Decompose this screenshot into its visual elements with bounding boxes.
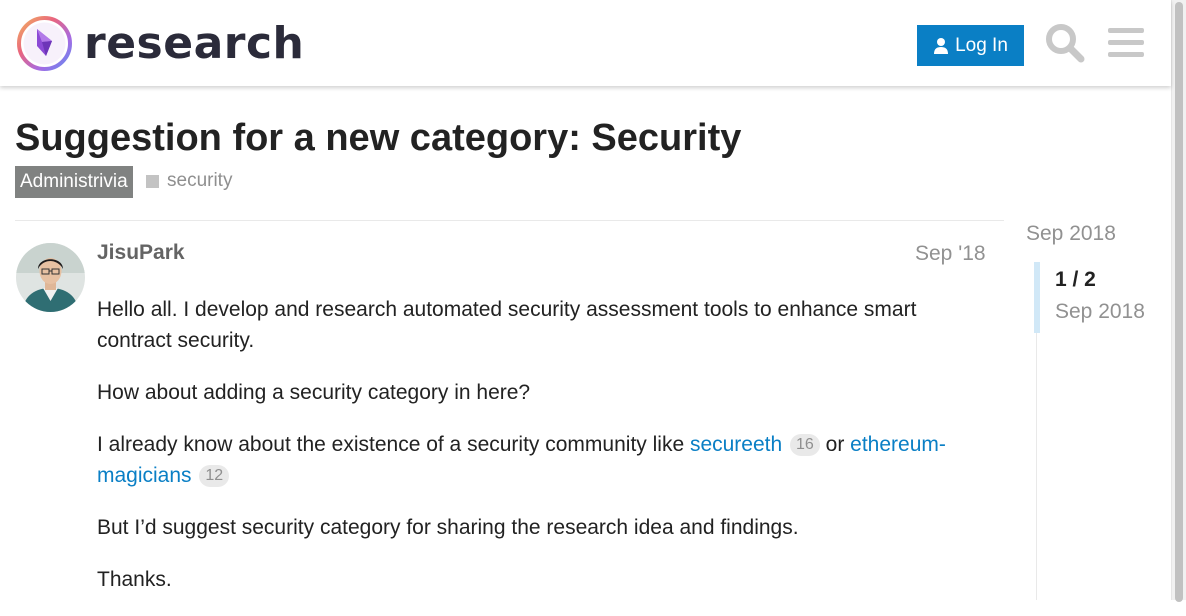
search-button[interactable] bbox=[1044, 21, 1086, 65]
ethereum-research-logo-icon bbox=[17, 16, 72, 71]
hamburger-menu-button[interactable] bbox=[1107, 25, 1145, 61]
timeline-current-date: Sep 2018 bbox=[1055, 300, 1145, 323]
search-icon bbox=[1046, 24, 1085, 63]
link-secureeth[interactable]: secureeth bbox=[690, 433, 782, 456]
tag-label: security bbox=[167, 170, 233, 191]
post-text: I already know about the existence of a … bbox=[97, 433, 690, 456]
timeline-start-date[interactable]: Sep 2018 bbox=[1026, 222, 1116, 246]
post-paragraph: Hello all. I develop and research automa… bbox=[97, 298, 917, 352]
link-click-count: 16 bbox=[790, 434, 820, 456]
site-header: research Log In bbox=[0, 0, 1171, 86]
link-click-count: 12 bbox=[199, 465, 230, 487]
timeline-position: 1 / 2 bbox=[1055, 268, 1096, 291]
hamburger-menu-icon bbox=[1108, 28, 1144, 57]
user-avatar-photo bbox=[16, 243, 85, 312]
site-name: research bbox=[84, 17, 305, 69]
tag-square-icon bbox=[146, 174, 159, 188]
timeline-scroll-handle[interactable] bbox=[1034, 262, 1040, 333]
avatar[interactable] bbox=[16, 243, 85, 312]
login-button[interactable]: Log In bbox=[917, 25, 1024, 66]
post-paragraph: How about adding a security category in … bbox=[97, 381, 531, 404]
post-date[interactable]: Sep '18 bbox=[915, 242, 986, 266]
category-badge[interactable]: Administrivia bbox=[15, 166, 133, 198]
post-paragraph-with-links: I already know about the existence of a … bbox=[97, 429, 987, 491]
post-body: Hello all. I develop and research automa… bbox=[97, 294, 987, 616]
post-text: or bbox=[819, 433, 851, 456]
post-paragraph: But I’d suggest security category for sh… bbox=[97, 516, 799, 539]
page-scrollbar[interactable] bbox=[1171, 0, 1186, 602]
topic-tag[interactable]: security bbox=[146, 169, 232, 193]
scrollbar-thumb[interactable] bbox=[1175, 2, 1183, 602]
topic-title[interactable]: Suggestion for a new category: Security bbox=[15, 117, 741, 160]
site-logo[interactable]: research bbox=[16, 15, 304, 72]
login-label: Log In bbox=[955, 34, 1008, 56]
post-username[interactable]: JisuPark bbox=[97, 241, 185, 265]
post-paragraph: Thanks. bbox=[97, 568, 172, 591]
user-icon bbox=[934, 37, 949, 54]
topic-divider bbox=[15, 220, 1004, 221]
